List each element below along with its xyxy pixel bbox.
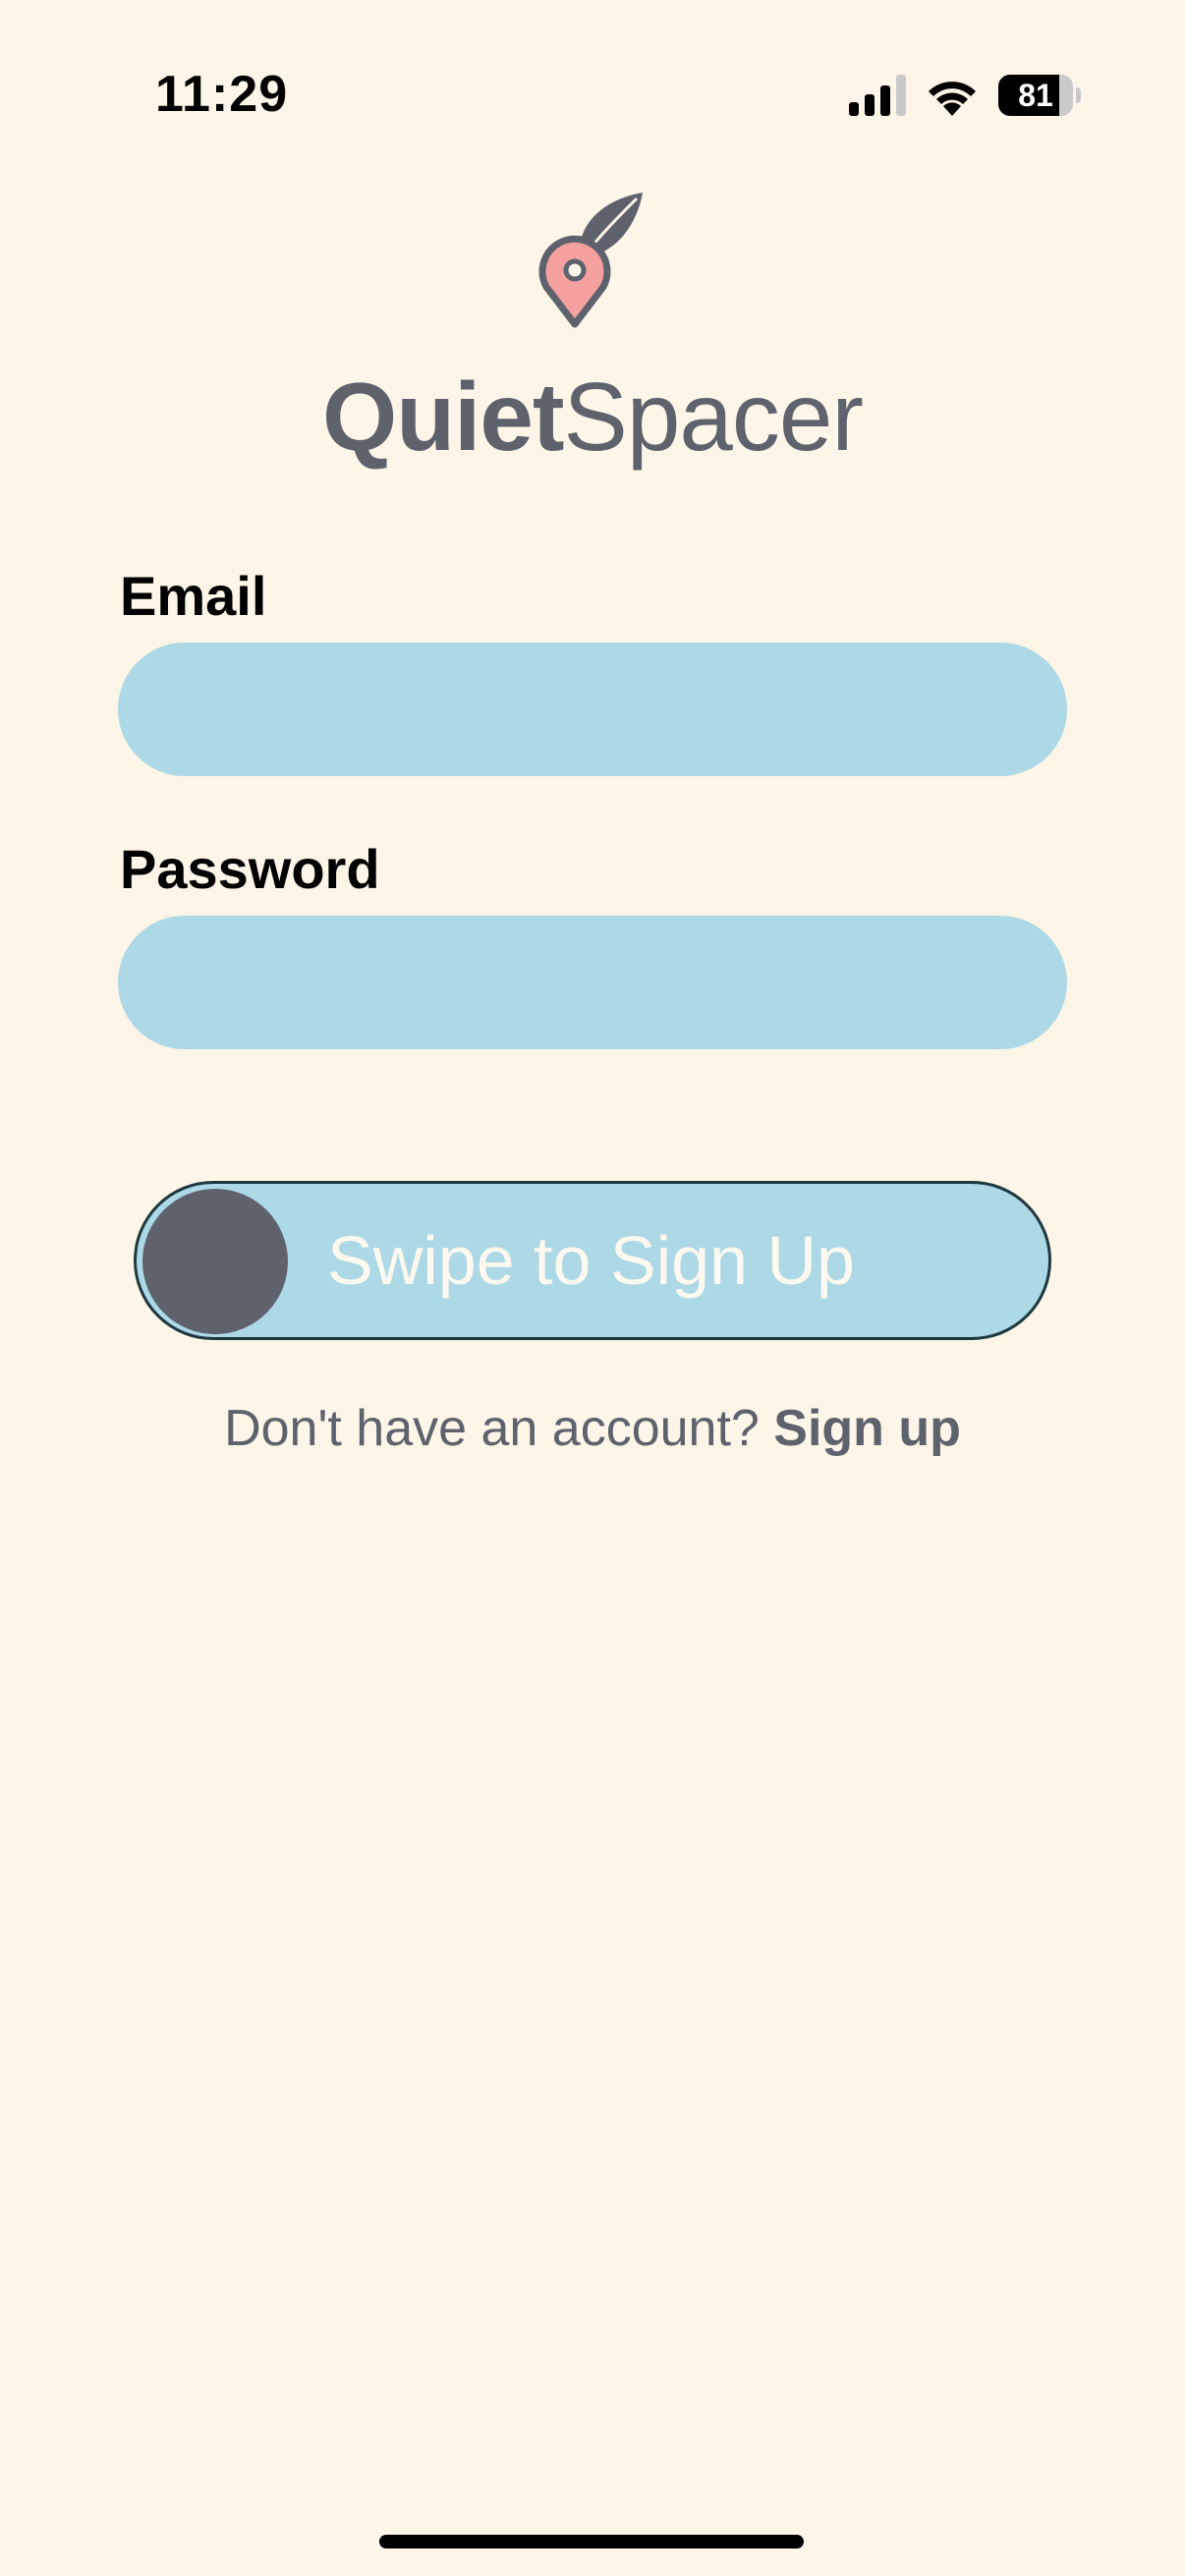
status-time: 11:29 [155, 66, 289, 123]
swipe-handle[interactable] [142, 1189, 288, 1334]
cellular-signal-icon [849, 75, 906, 116]
signup-prompt-row: Don't have an account? Sign up [0, 1399, 1185, 1458]
battery-level: 81 [1018, 78, 1053, 113]
password-label: Password [120, 838, 380, 900]
swipe-label: Swipe to Sign Up [327, 1222, 855, 1299]
status-bar: 11:29 81 [0, 0, 1185, 147]
wifi-icon [929, 82, 976, 116]
email-field[interactable] [118, 643, 1067, 776]
app-title-bold: Quiet [322, 363, 564, 471]
signup-prompt-text: Don't have an account? [224, 1400, 760, 1457]
swipe-to-sign-up-slider[interactable]: Swipe to Sign Up [134, 1181, 1051, 1340]
app-title: QuietSpacer [0, 362, 1185, 473]
sign-up-link[interactable]: Sign up [773, 1400, 961, 1457]
password-field[interactable] [118, 916, 1067, 1049]
app-title-light: Spacer [563, 363, 864, 471]
home-indicator[interactable] [379, 2535, 804, 2548]
battery-icon: 81 [998, 75, 1081, 116]
leaf-location-pin-icon [538, 193, 643, 328]
email-label: Email [120, 565, 267, 627]
